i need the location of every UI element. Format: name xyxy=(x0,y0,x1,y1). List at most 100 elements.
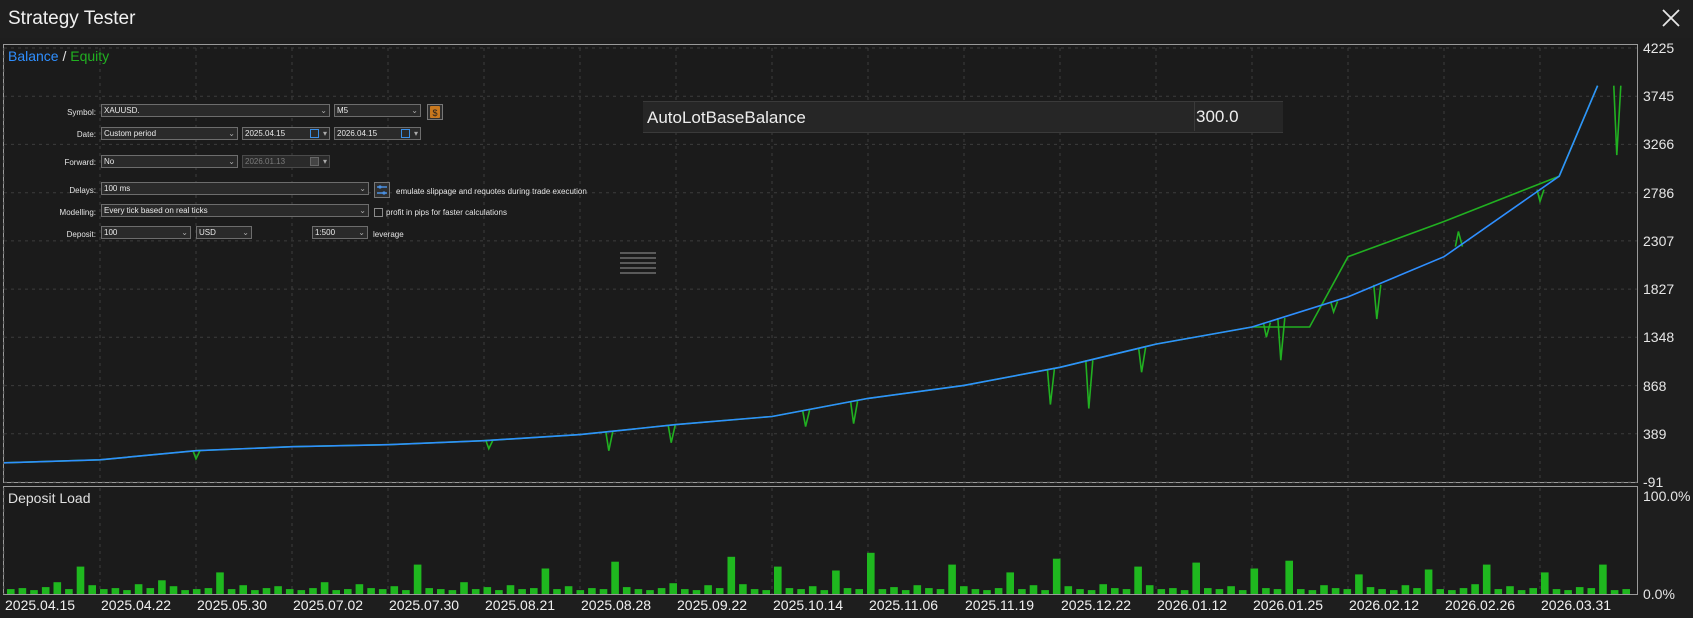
modelling-value: Every tick based on real ticks xyxy=(104,206,208,215)
forward-date-value: 2026.01.13 xyxy=(245,157,286,166)
y-tick-label: 1348 xyxy=(1643,329,1675,346)
symbol-select[interactable]: XAUUSD. ⌄ xyxy=(101,104,330,117)
y-tick-label: 3745 xyxy=(1643,88,1675,105)
delays-select[interactable]: 100 ms ⌄ xyxy=(101,182,369,195)
deposit-load-bar xyxy=(1308,590,1317,594)
deposit-load-bar xyxy=(1320,585,1328,594)
deposit-load-bar xyxy=(867,552,875,594)
deposit-load-bar xyxy=(251,590,259,594)
date-from-field[interactable]: 2025.04.15 ▾ xyxy=(242,127,330,140)
deposit-load-bar xyxy=(832,570,840,594)
deposit-load-bar xyxy=(890,587,898,594)
deposit-load-bar xyxy=(936,589,945,594)
deposit-load-bar xyxy=(1436,589,1444,594)
deposit-load-bar xyxy=(1459,588,1468,594)
deposit-load-bar xyxy=(1622,589,1630,594)
date-period-value: Custom period xyxy=(104,129,157,138)
deposit-load-bar xyxy=(1192,562,1200,594)
deposit-load-bar xyxy=(1099,584,1107,594)
deposit-load-bar xyxy=(1506,586,1514,594)
deposit-load-bar xyxy=(262,588,271,594)
calendar-icon xyxy=(310,129,319,138)
deposit-load-bar xyxy=(1448,590,1456,594)
modelling-select[interactable]: Every tick based on real ticks ⌄ xyxy=(101,204,369,217)
deposit-load-bar xyxy=(506,585,515,594)
deposit-load-bar xyxy=(88,585,96,594)
deposit-load-bar xyxy=(216,572,224,594)
deposit-load-bar xyxy=(1215,589,1224,594)
x-tick-label: 2026.02.26 xyxy=(1445,597,1516,613)
date-to-value: 2026.04.15 xyxy=(337,129,378,138)
deposit-load-bar xyxy=(332,590,340,594)
deposit-select[interactable]: 100 ⌄ xyxy=(101,226,191,239)
deposit-load-bar xyxy=(1018,589,1026,594)
y-tick-label: 4225 xyxy=(1643,40,1675,56)
deposit-load-bar xyxy=(588,588,596,594)
date-period-select[interactable]: Custom period ⌄ xyxy=(101,127,238,140)
forward-value: No xyxy=(104,157,115,166)
x-tick-label: 2025.11.19 xyxy=(965,597,1035,613)
x-tick-label: 2026.01.12 xyxy=(1157,597,1228,613)
symbol-value: XAUUSD. xyxy=(104,106,140,115)
deposit-label: Deposit: xyxy=(66,230,96,239)
deposit-load-bar xyxy=(425,588,433,594)
deposit-load-bar xyxy=(274,586,282,594)
load-y-tick-min: 0.0% xyxy=(1643,586,1675,602)
deposit-load-bar xyxy=(1006,572,1014,594)
chevron-down-icon: ⌄ xyxy=(411,106,418,115)
deposit-load-bar xyxy=(692,590,701,594)
equity-drawdown-spike xyxy=(605,431,614,451)
equity-drawdown-spike xyxy=(1085,360,1094,409)
currency-select[interactable]: USD ⌄ xyxy=(196,226,252,239)
deposit-load-bar xyxy=(611,561,619,594)
deposit-load-bar xyxy=(1390,590,1398,594)
deposit-load-bar xyxy=(309,588,317,594)
profit-in-pips-checkbox[interactable] xyxy=(374,208,383,217)
equity-drawdown-spike xyxy=(1329,301,1339,315)
deposit-load-bar xyxy=(960,586,968,594)
deposit-load-bar xyxy=(1413,588,1421,594)
deposit-load-bar xyxy=(762,590,770,594)
deposit-load-bar xyxy=(344,589,352,594)
deposit-load-bar xyxy=(483,587,492,594)
deposit-load-bar xyxy=(1134,566,1142,594)
deposit-load-bar xyxy=(1575,587,1584,594)
chevron-down-icon: ▾ xyxy=(322,129,327,138)
deposit-load-bar xyxy=(227,589,236,594)
deposit-load-bar xyxy=(727,556,736,594)
deposit-value: 100 xyxy=(104,228,118,237)
parameter-value[interactable]: 300.0 xyxy=(1196,107,1239,127)
timeframe-select[interactable]: M5 ⌄ xyxy=(334,104,421,117)
deposit-load-bar xyxy=(1180,590,1189,594)
deposit-load-bar xyxy=(1122,589,1131,594)
equity-drawdown-spike xyxy=(849,401,859,424)
input-parameter-row[interactable]: AutoLotBaseBalance xyxy=(643,101,1283,133)
deposit-load-bar xyxy=(994,588,1003,594)
y-tick-label: 2307 xyxy=(1643,232,1675,249)
x-tick-label: 2025.09.22 xyxy=(677,597,748,613)
deposit-load-bar xyxy=(1204,588,1212,594)
parameter-divider xyxy=(1194,101,1195,131)
deposit-load-bar xyxy=(925,588,933,594)
deposit-load-bar xyxy=(1145,585,1154,594)
y-tick-label: 3266 xyxy=(1643,136,1675,153)
deposit-load-bar xyxy=(530,588,538,594)
date-to-field[interactable]: 2026.04.15 ▾ xyxy=(334,127,421,140)
deposit-load-bar xyxy=(1238,590,1247,594)
delay-settings-button[interactable] xyxy=(374,182,390,198)
deposit-load-bar xyxy=(1424,569,1433,594)
forward-date-field[interactable]: 2026.01.13 ▾ xyxy=(242,155,330,168)
deposit-load-bar xyxy=(1157,589,1166,594)
deposit-load-bar xyxy=(669,583,677,594)
leverage-select[interactable]: 1:500 ⌄ xyxy=(312,226,368,239)
deposit-load-bar xyxy=(204,588,213,594)
parameter-name: AutoLotBaseBalance xyxy=(647,108,806,127)
chevron-down-icon: ⌄ xyxy=(242,228,249,237)
deposit-load-bar xyxy=(7,589,15,594)
symbol-properties-button[interactable]: $ xyxy=(427,104,443,120)
y-tick-label: 389 xyxy=(1643,425,1667,442)
deposit-load-bar xyxy=(1343,589,1352,594)
forward-select[interactable]: No ⌄ xyxy=(101,155,238,168)
equity-drawdown-spike xyxy=(1046,369,1056,405)
chevron-down-icon: ⌄ xyxy=(358,228,365,237)
